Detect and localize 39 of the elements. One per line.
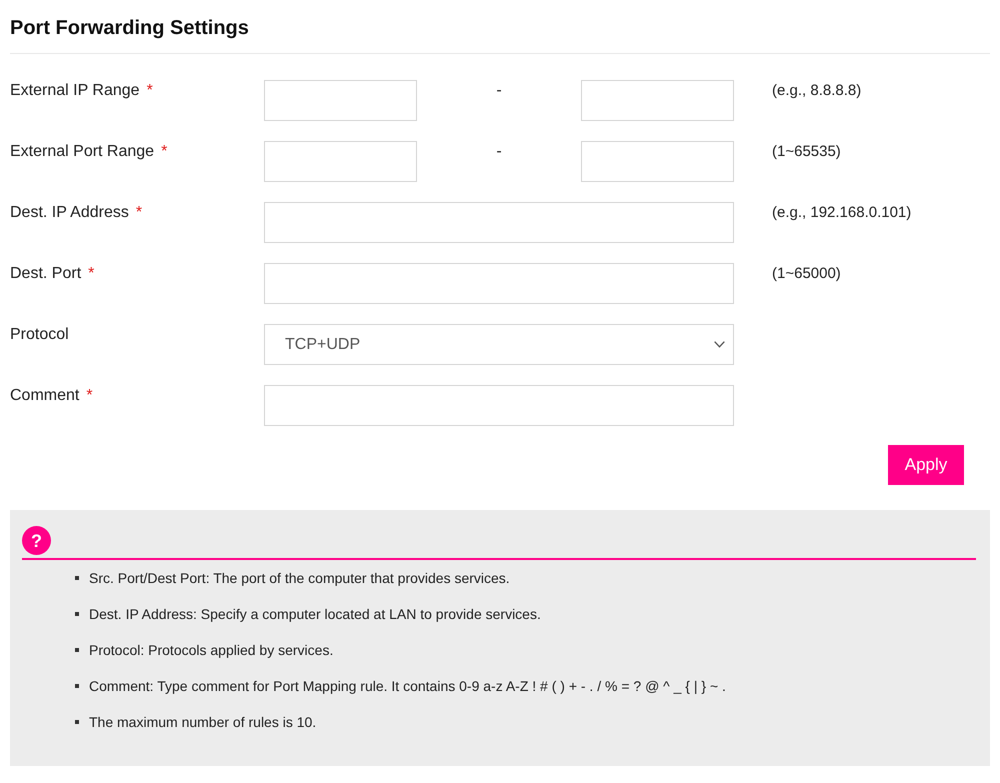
help-text: The maximum number of rules is 10. <box>89 712 316 732</box>
range-end-field[interactable] <box>581 80 734 121</box>
range-separator: - <box>495 142 503 162</box>
bullet-icon <box>75 684 79 688</box>
chevron-down-icon <box>714 341 725 348</box>
protocol-select[interactable]: TCP+UDP <box>264 324 734 365</box>
range-separator: - <box>495 81 503 101</box>
required-asterisk: * <box>146 81 153 101</box>
input-field[interactable] <box>264 385 734 426</box>
hint-text: (e.g., 192.168.0.101) <box>771 203 912 223</box>
question-mark-icon: ? <box>22 526 51 555</box>
field-label: Dest. IP Address <box>10 203 129 223</box>
apply-button[interactable]: Apply <box>888 445 964 485</box>
help-text: Comment: Type comment for Port Mapping rule. It contains 0-9 a-z A-Z ! # ( ) + - . / % = ? @ ^ _ { | } ~ . <box>89 676 726 696</box>
bullet-icon <box>75 612 79 616</box>
required-asterisk: * <box>136 203 142 223</box>
page-title: Port Forwarding Settings <box>10 16 250 41</box>
field-label: Dest. Port <box>10 264 82 284</box>
bullet-icon <box>75 720 79 724</box>
hint-text: (e.g., 8.8.8.8) <box>771 81 862 101</box>
help-text: Src. Port/Dest Port: The port of the computer that provides services. <box>89 568 510 588</box>
help-text: Protocol: Protocols applied by services. <box>89 640 334 660</box>
hint-text: (1~65000) <box>771 264 842 284</box>
field-label: Protocol <box>10 325 69 345</box>
input-field[interactable] <box>264 263 734 304</box>
input-field[interactable] <box>264 202 734 243</box>
bullet-icon <box>75 648 79 652</box>
field-label: External Port Range <box>10 142 154 162</box>
required-asterisk: * <box>88 264 94 284</box>
range-start-field[interactable] <box>264 141 417 182</box>
field-label: External IP Range <box>10 81 140 101</box>
help-text: Dest. IP Address: Specify a computer located at LAN to provide services. <box>89 604 541 624</box>
field-label: Comment <box>10 386 80 406</box>
range-start-field[interactable] <box>264 80 417 121</box>
required-asterisk: * <box>161 142 168 162</box>
bullet-icon <box>75 576 79 580</box>
required-asterisk: * <box>86 386 93 406</box>
hint-text: (1~65535) <box>771 142 842 162</box>
range-end-field[interactable] <box>581 141 734 182</box>
